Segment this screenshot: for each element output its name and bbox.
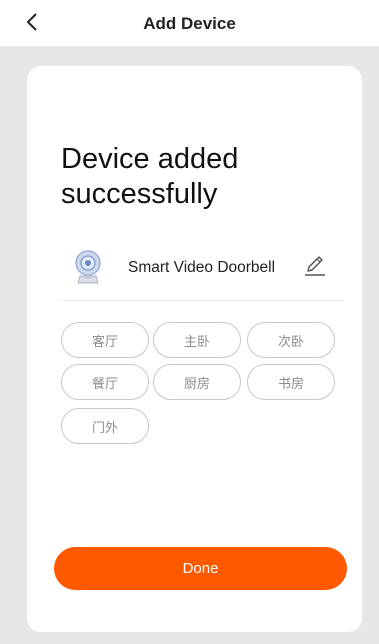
room-chip[interactable]: 客厅 [61, 322, 149, 358]
device-name: Smart Video Doorbell [128, 259, 276, 276]
room-chip[interactable]: 主卧 [153, 322, 241, 358]
room-chip[interactable]: 次卧 [247, 322, 335, 358]
camera-icon [75, 250, 101, 284]
success-headline: Device added successfully [61, 143, 239, 210]
room-chip[interactable]: 门外 [61, 408, 149, 444]
done-button[interactable]: Done [54, 547, 347, 590]
result-card: Device added successfully Smart Video Do… [27, 66, 362, 632]
room-chip[interactable]: 厨房 [153, 364, 241, 400]
divider [58, 300, 344, 301]
pencil-icon[interactable] [302, 253, 328, 279]
room-chip[interactable]: 餐厅 [61, 364, 149, 400]
room-chip[interactable]: 书房 [247, 364, 335, 400]
top-bar: Add Device [0, 0, 379, 46]
device-row: Smart Video Doorbell [58, 249, 348, 289]
page-title: Add Device [143, 14, 236, 33]
